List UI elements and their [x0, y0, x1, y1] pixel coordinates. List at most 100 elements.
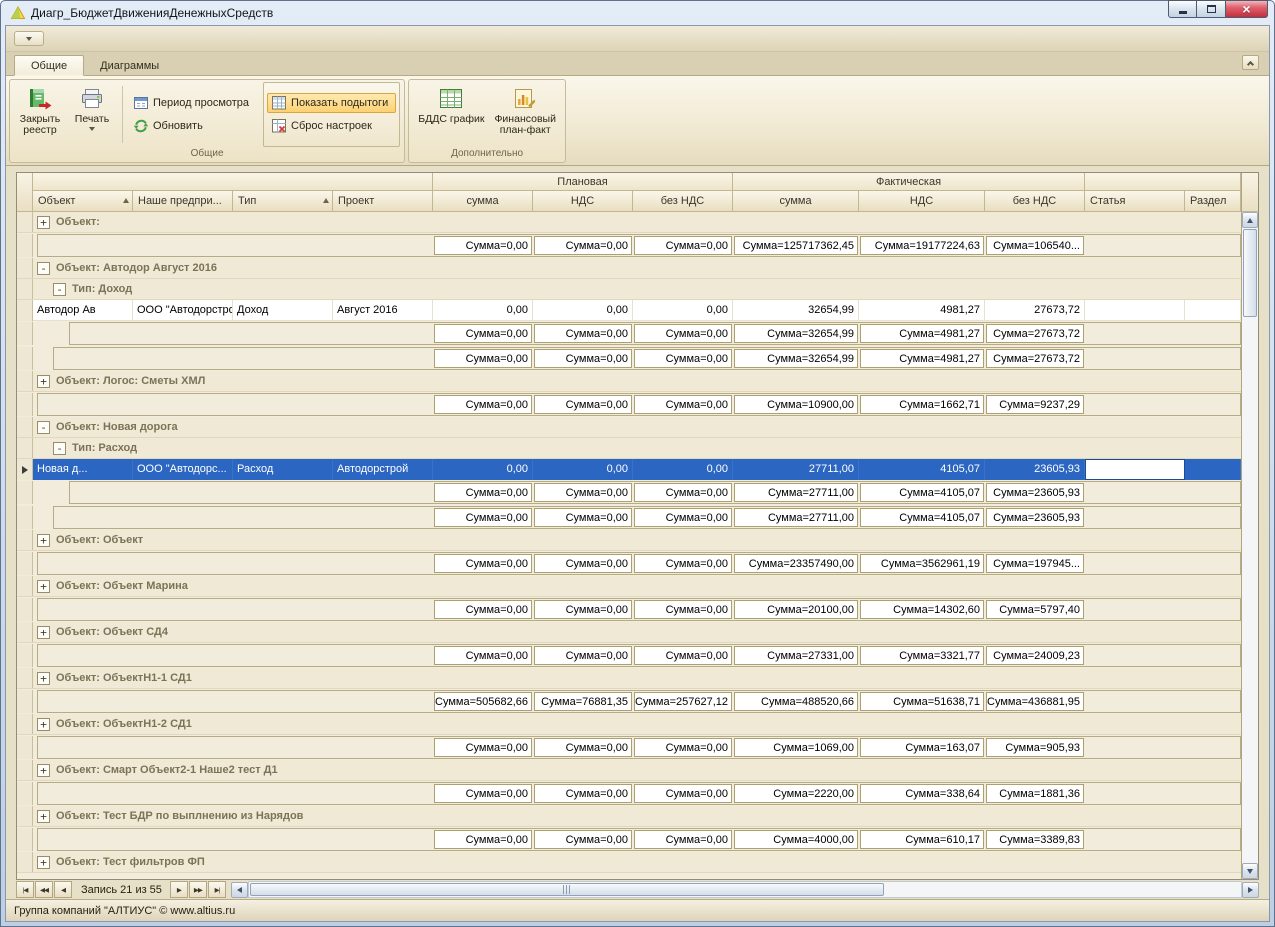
data-cell[interactable]	[1085, 459, 1185, 480]
ribbon-collapse-button[interactable]	[1242, 55, 1259, 70]
data-cell[interactable]: 32654,99	[733, 300, 859, 321]
ribbon-tab-general[interactable]: Общие	[14, 55, 85, 76]
data-cell[interactable]	[1185, 459, 1241, 480]
show-subtotals-button[interactable]: Показать подытоги	[267, 93, 397, 113]
scroll-down-button[interactable]	[1242, 863, 1258, 879]
data-cell[interactable]: 0,00	[533, 300, 633, 321]
column-header[interactable]: Тип	[233, 191, 333, 212]
titlebar[interactable]: Диагр_БюджетДвиженияДенежныхСредств	[5, 0, 1270, 25]
collapse-icon[interactable]: -	[53, 282, 66, 296]
scroll-up-button[interactable]	[1242, 212, 1258, 228]
plan-fact-button[interactable]: Финансовый план-факт	[489, 82, 560, 147]
group-row[interactable]: + Объект: Объект	[17, 530, 1241, 551]
expand-icon[interactable]: +	[37, 215, 50, 229]
column-header[interactable]: без НДС	[633, 191, 733, 212]
data-cell[interactable]: ООО "Автодорс...	[133, 459, 233, 480]
horizontal-scrollbar[interactable]	[230, 881, 1259, 898]
column-header[interactable]: Раздел	[1185, 191, 1241, 212]
group-row[interactable]: - Тип: Расход	[17, 438, 1241, 459]
ribbon-tab-diagrams[interactable]: Диаграммы	[84, 56, 175, 75]
collapse-icon[interactable]: -	[37, 261, 50, 275]
group-row[interactable]: + Объект: Тест БДР по выплнению из Нарядо…	[17, 806, 1241, 827]
vertical-scroll-thumb[interactable]	[1243, 229, 1257, 317]
horizontal-scroll-thumb[interactable]	[249, 883, 884, 896]
horizontal-scroll-track[interactable]	[247, 881, 1242, 898]
data-cell[interactable]: ООО "Автодорстро	[133, 300, 233, 321]
expand-icon[interactable]: +	[37, 855, 50, 869]
data-cell[interactable]: 4105,07	[859, 459, 985, 480]
data-cell[interactable]: 27711,00	[733, 459, 859, 480]
vertical-scrollbar[interactable]	[1241, 173, 1258, 879]
data-cell[interactable]: Автодорстрой	[333, 459, 433, 480]
data-cell[interactable]: 0,00	[533, 459, 633, 480]
expand-icon[interactable]: +	[37, 671, 50, 685]
data-cell[interactable]: Автодор Ав	[33, 300, 133, 321]
expand-icon[interactable]: +	[37, 625, 50, 639]
close-button[interactable]	[1226, 0, 1268, 18]
data-cell[interactable]: Август 2016	[333, 300, 433, 321]
expand-icon[interactable]: +	[37, 809, 50, 823]
group-row[interactable]: + Объект: Тест фильтров ФП	[17, 852, 1241, 873]
group-row[interactable]: + Объект: ОбъектН1-2 СД1	[17, 714, 1241, 735]
data-cell[interactable]	[1185, 300, 1241, 321]
group-row[interactable]: + Объект:	[17, 212, 1241, 233]
column-header[interactable]: сумма	[733, 191, 859, 212]
column-header[interactable]: НДС	[533, 191, 633, 212]
data-cell[interactable]: 23605,93	[985, 459, 1085, 480]
qat-more-button[interactable]	[14, 31, 44, 46]
app-icon[interactable]	[10, 5, 26, 21]
view-period-button[interactable]: Период просмотра	[129, 93, 257, 113]
group-row[interactable]: - Объект: Новая дорога	[17, 417, 1241, 438]
data-cell[interactable]: 4981,27	[859, 300, 985, 321]
data-cell[interactable]: 27673,72	[985, 300, 1085, 321]
refresh-button[interactable]: Обновить	[129, 116, 257, 136]
data-cell[interactable]: 0,00	[633, 459, 733, 480]
print-button[interactable]: Печать	[66, 82, 118, 147]
data-cell[interactable]: Расход	[233, 459, 333, 480]
column-header[interactable]: Статья	[1085, 191, 1185, 212]
summary-value: Сумма=0,00	[634, 646, 732, 665]
data-cell[interactable]	[1085, 300, 1185, 321]
collapse-icon[interactable]: -	[53, 441, 66, 455]
next-page-record-button[interactable]: ▶▶	[188, 881, 207, 898]
data-cell[interactable]: 0,00	[433, 300, 533, 321]
minimize-button[interactable]	[1168, 0, 1197, 18]
column-header[interactable]: сумма	[433, 191, 533, 212]
expand-icon[interactable]: +	[37, 579, 50, 593]
column-header[interactable]: НДС	[859, 191, 985, 212]
group-row[interactable]: - Объект: Автодор Август 2016	[17, 258, 1241, 279]
group-row[interactable]: + Объект: ОбъектН1-1 СД1	[17, 668, 1241, 689]
data-row[interactable]: Автодор Ав ООО "Автодорстро Доход Август 20…	[17, 300, 1241, 321]
expand-icon[interactable]: +	[37, 717, 50, 731]
column-header[interactable]: Проект	[333, 191, 433, 212]
scroll-right-button[interactable]	[1242, 881, 1259, 898]
column-header[interactable]: без НДС	[985, 191, 1085, 212]
group-row[interactable]: - Тип: Доход	[17, 279, 1241, 300]
prev-page-record-button[interactable]: ◀◀	[35, 881, 53, 898]
group-row[interactable]: + Объект: Логос: Сметы ХМЛ	[17, 371, 1241, 392]
group-row[interactable]: + Объект: Смарт Объект2-1 Наше2 тест Д1	[17, 760, 1241, 781]
scroll-left-button[interactable]	[230, 881, 248, 898]
close-register-button[interactable]: Закрыть реестр	[14, 82, 66, 147]
prev-record-button[interactable]: ◀	[54, 881, 72, 898]
column-header[interactable]: Наше предпри...	[133, 191, 233, 212]
group-row[interactable]: + Объект: Объект СД4	[17, 622, 1241, 643]
data-cell[interactable]: Новая д...	[33, 459, 133, 480]
last-record-button[interactable]: ▶|	[207, 881, 226, 898]
maximize-button[interactable]	[1197, 0, 1226, 18]
first-record-button[interactable]: |◀	[16, 881, 34, 898]
expand-icon[interactable]: +	[37, 374, 50, 388]
data-row[interactable]: Новая д... ООО "Автодорс... Расход Автодорс…	[17, 459, 1241, 480]
expand-icon[interactable]: +	[37, 763, 50, 777]
data-cell[interactable]: 0,00	[633, 300, 733, 321]
data-cell[interactable]: 0,00	[433, 459, 533, 480]
next-record-button[interactable]: ▶	[169, 881, 188, 898]
expand-icon[interactable]: +	[37, 533, 50, 547]
reset-settings-button[interactable]: Сброс настроек	[267, 116, 396, 136]
group-row[interactable]: + Объект: Объект Марина	[17, 576, 1241, 597]
column-header[interactable]: Объект	[33, 191, 133, 212]
vertical-scroll-track[interactable]	[1242, 228, 1258, 863]
bdds-chart-button[interactable]: БДДС график	[413, 82, 489, 147]
collapse-icon[interactable]: -	[37, 420, 50, 434]
data-cell[interactable]: Доход	[233, 300, 333, 321]
